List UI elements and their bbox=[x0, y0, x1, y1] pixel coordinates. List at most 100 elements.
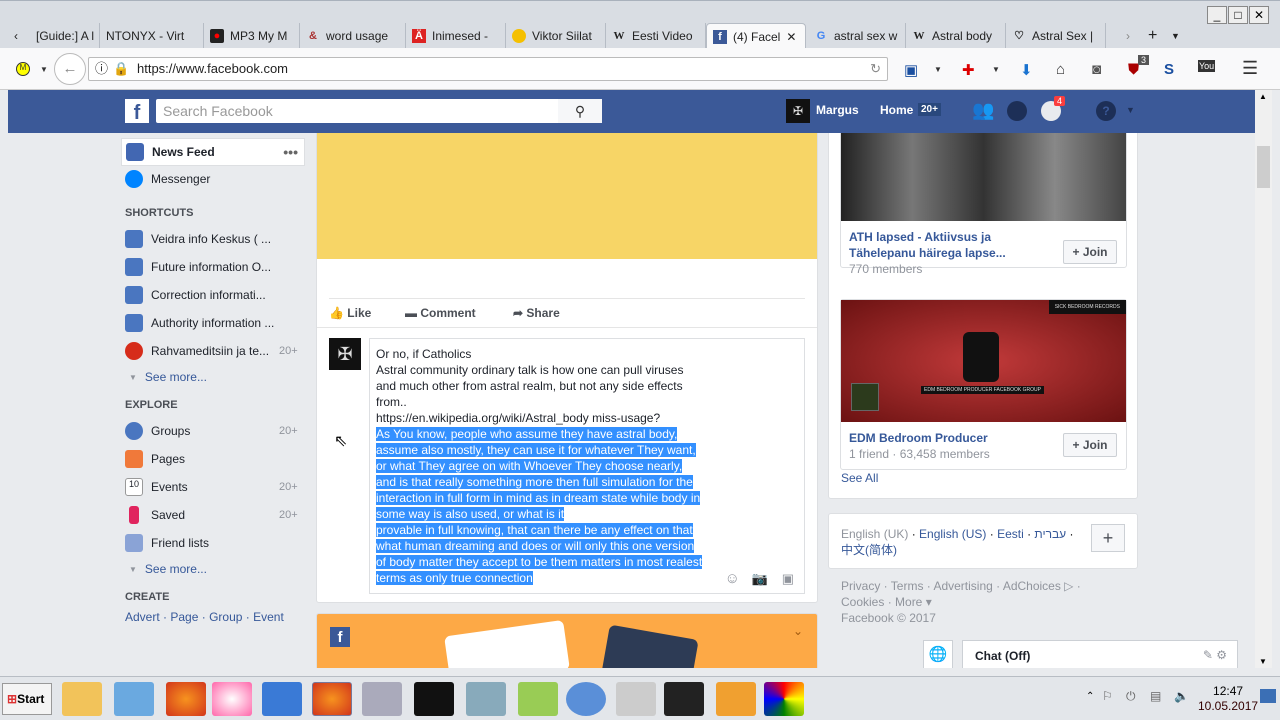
app-icon[interactable] bbox=[362, 682, 402, 716]
app-icon[interactable] bbox=[764, 682, 804, 716]
join-group-button[interactable]: + Join bbox=[1063, 240, 1117, 264]
tab[interactable]: Ä Inimesed - bbox=[406, 23, 506, 49]
language-link[interactable]: English (US) bbox=[919, 527, 986, 541]
first-aid-icon[interactable]: ✚ bbox=[962, 61, 975, 79]
messenger-icon[interactable] bbox=[1007, 101, 1027, 121]
app-icon[interactable] bbox=[262, 682, 302, 716]
chat-bar[interactable]: Chat (Off) ✎ ⚙ bbox=[962, 640, 1238, 668]
notepad-icon[interactable] bbox=[518, 682, 558, 716]
dropdown-icon[interactable]: ▼ bbox=[992, 65, 1000, 74]
scroll-down-icon[interactable]: ▼ bbox=[1259, 657, 1267, 666]
create-page-link[interactable]: Page bbox=[170, 610, 198, 624]
camera-icon[interactable]: 📷 bbox=[752, 571, 768, 587]
back-button[interactable]: ← bbox=[54, 53, 86, 85]
see-more-explore[interactable]: ▼ See more... bbox=[129, 557, 207, 581]
extension-m-icon[interactable]: M bbox=[16, 62, 30, 76]
firefox-icon[interactable] bbox=[166, 682, 206, 716]
qbittorrent-icon[interactable] bbox=[566, 682, 606, 716]
create-group-link[interactable]: Group bbox=[209, 610, 242, 624]
sidebar-item-friend-lists[interactable]: Friend lists bbox=[125, 531, 209, 555]
flag-icon[interactable]: ⚐ bbox=[1102, 689, 1113, 703]
group-name-link[interactable]: EDM Bedroom Producer bbox=[849, 431, 988, 445]
sidebar-item-pages[interactable]: Pages bbox=[125, 447, 185, 471]
sidebar-shortcut[interactable]: Future information O... bbox=[125, 255, 271, 279]
network-icon[interactable]: ▤ bbox=[1150, 689, 1161, 703]
see-more-shortcuts[interactable]: ▼ See more... bbox=[129, 365, 207, 389]
search-input[interactable]: Search Facebook ⚲ bbox=[156, 99, 602, 123]
sidebar-shortcut[interactable]: Correction informati... bbox=[125, 283, 266, 307]
sidebar-item-messenger[interactable]: Messenger bbox=[125, 167, 210, 191]
scroll-tabs-right-button[interactable]: › bbox=[1120, 23, 1136, 49]
sidebar-shortcut[interactable]: Rahvameditsiin ja te... bbox=[125, 339, 269, 363]
tab[interactable]: Gastral sex w bbox=[808, 23, 906, 49]
post-image[interactable] bbox=[317, 133, 817, 259]
close-window-button[interactable]: ✕ bbox=[1249, 6, 1269, 24]
media-player-icon[interactable] bbox=[114, 682, 154, 716]
tab[interactable]: & word usage bbox=[300, 23, 406, 49]
like-button[interactable]: 👍 Like bbox=[329, 306, 371, 320]
tab[interactable]: W Astral body bbox=[906, 23, 1006, 49]
sidebar-shortcut[interactable]: Veidra info Keskus ( ... bbox=[125, 227, 271, 251]
scrollbar-thumb[interactable] bbox=[1257, 146, 1270, 188]
new-tab-button[interactable]: + bbox=[1142, 23, 1163, 49]
sidebar-shortcut[interactable]: Authority information ... bbox=[125, 311, 274, 335]
scroll-up-icon[interactable]: ▲ bbox=[1259, 92, 1267, 101]
group-cover-image[interactable] bbox=[841, 133, 1126, 221]
footer-links[interactable]: Cookies · More ▾ bbox=[841, 594, 1081, 610]
save-icon[interactable]: ▣ bbox=[904, 61, 918, 79]
tab[interactable]: W Eesti Video bbox=[606, 23, 706, 49]
see-all-link[interactable]: See All bbox=[841, 471, 878, 485]
emoji-icon[interactable]: ☺ bbox=[725, 571, 740, 587]
clock[interactable]: 12:47 10.05.2017 bbox=[1198, 684, 1258, 714]
footer-links[interactable]: Privacy · Terms · Advertising · AdChoice… bbox=[841, 578, 1081, 594]
commenter-avatar[interactable]: ✠ bbox=[329, 338, 361, 370]
page-scrollbar[interactable]: ▲ ▼ bbox=[1255, 90, 1272, 668]
dropdown-icon[interactable]: ▼ bbox=[934, 65, 942, 74]
file-explorer-icon[interactable] bbox=[62, 682, 102, 716]
home-link[interactable]: Home bbox=[880, 103, 913, 117]
chat-settings-icon[interactable]: ✎ ⚙ bbox=[1203, 648, 1227, 662]
sidebar-item-saved[interactable]: Saved bbox=[125, 503, 185, 527]
home-icon[interactable]: ⌂ bbox=[1056, 61, 1065, 78]
friend-requests-icon[interactable]: 👥 bbox=[972, 100, 994, 121]
microphone-icon[interactable] bbox=[616, 682, 656, 716]
group-name-link[interactable]: ATH lapsed - Aktiivsus ja Tähelepanu häir… bbox=[849, 229, 1006, 261]
help-icon[interactable]: ? bbox=[1096, 101, 1116, 121]
language-link[interactable]: 中文(简体) bbox=[841, 543, 897, 557]
search-app-icon[interactable] bbox=[716, 682, 756, 716]
close-tab-icon[interactable]: ✕ bbox=[786, 30, 796, 44]
info-icon[interactable]: ⓘ bbox=[95, 58, 108, 80]
sidebar-item-news-feed[interactable]: News Feed ••• bbox=[121, 138, 305, 166]
sidebar-item-groups[interactable]: Groups bbox=[125, 419, 190, 443]
language-link[interactable]: Eesti bbox=[997, 527, 1024, 541]
reload-icon[interactable]: ↻ bbox=[870, 58, 881, 80]
list-tabs-button[interactable]: ▼ bbox=[1165, 23, 1186, 49]
maximize-button[interactable]: □ bbox=[1228, 6, 1248, 24]
chevron-down-icon[interactable]: ⌄ bbox=[793, 624, 803, 638]
share-button[interactable]: ➦ Share bbox=[513, 306, 560, 320]
power-icon[interactable]: ⏻ bbox=[1126, 689, 1136, 704]
tab[interactable]: Viktor Siilat bbox=[506, 23, 606, 49]
scroll-tabs-left-button[interactable]: ‹ bbox=[8, 23, 30, 49]
chat-globe-icon[interactable]: 🌐 bbox=[923, 640, 953, 668]
download-icon[interactable]: ⬇ bbox=[1020, 61, 1033, 79]
group-cover-image[interactable]: EDM BEDROOM PRODUCER FACEBOOK GROUP SICK… bbox=[841, 300, 1126, 422]
menu-icon[interactable]: ☰ bbox=[1242, 58, 1258, 79]
create-event-link[interactable]: Event bbox=[253, 610, 284, 624]
search-icon[interactable]: ⚲ bbox=[558, 99, 602, 123]
account-menu-icon[interactable]: ▼ bbox=[1126, 105, 1135, 115]
show-hidden-icons[interactable]: ⌃ bbox=[1086, 691, 1094, 702]
more-options-icon[interactable]: ••• bbox=[283, 144, 298, 160]
minimize-button[interactable]: _ bbox=[1207, 6, 1227, 24]
firefox-active-icon[interactable] bbox=[312, 682, 352, 716]
tab[interactable]: [Guide:] A l bbox=[30, 23, 100, 49]
youtube-icon[interactable]: You bbox=[1198, 60, 1216, 72]
pocket-icon[interactable]: ◙ bbox=[1092, 61, 1101, 78]
sidebar-item-events[interactable]: 10 Events bbox=[125, 475, 188, 499]
show-desktop-button[interactable] bbox=[1260, 689, 1276, 703]
add-language-button[interactable]: + bbox=[1091, 524, 1125, 552]
dropdown-icon[interactable]: ▼ bbox=[40, 65, 48, 74]
comment-input[interactable]: Or no, if Catholics Astral community ordi… bbox=[369, 338, 805, 594]
start-button[interactable]: ⊞Start bbox=[2, 683, 52, 715]
tab-active[interactable]: f (4) Facel ✕ bbox=[706, 23, 806, 49]
